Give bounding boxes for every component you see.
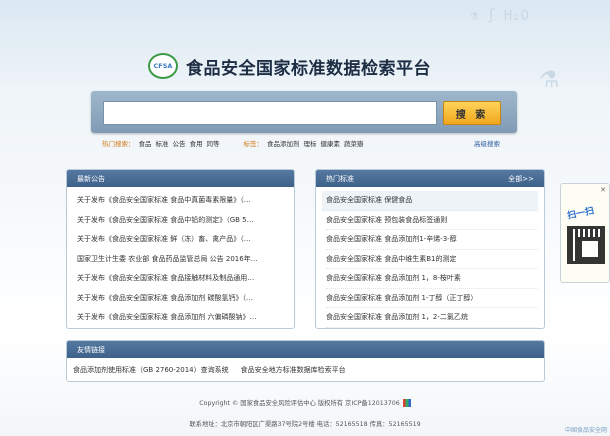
- qr-code-image: [567, 226, 605, 264]
- notice-item[interactable]: 关于发布《食品安全国家标准 食品添加剂 碳酸氢钙》（…: [77, 289, 288, 309]
- hot-search-term[interactable]: 食用: [190, 138, 203, 148]
- tag-label: 标签：: [243, 140, 264, 148]
- standard-item[interactable]: 食品安全国家标准 食品添加剂 1-丁醇（正丁醇）: [326, 289, 538, 308]
- tag-item[interactable]: 食品添加剂: [267, 138, 300, 148]
- hot-search-term[interactable]: 公告: [173, 138, 186, 148]
- qr-code-float: ✕ 扫一扫: [560, 183, 610, 283]
- friendly-link[interactable]: 食品安全地方标准数据库检索平台: [241, 365, 346, 375]
- friendly-links-title: 友情链接: [77, 345, 105, 354]
- latest-notices-list: 关于发布《食品安全国家标准 食品中真菌毒素限量》（… 关于发布《食品安全国家标准…: [67, 187, 294, 328]
- hot-standards-list: 食品安全国家标准 保健食品 食品安全国家标准 预包装食品标签通则 食品安全国家标…: [316, 187, 544, 328]
- notice-item[interactable]: 关于发布《食品安全国家标准 食品接触材料及制品通用…: [77, 269, 288, 289]
- hot-search-term[interactable]: 食品: [139, 138, 152, 148]
- standard-item[interactable]: 食品安全国家标准 保健食品: [322, 191, 538, 211]
- hot-search-term[interactable]: 同等: [207, 138, 220, 148]
- friendly-links-panel: 友情链接 食品添加剂使用标准（GB 2760-2014）查询系统 食品安全地方标…: [66, 340, 545, 382]
- close-icon[interactable]: ✕: [600, 186, 606, 194]
- hot-standards-more-link[interactable]: 全部>>: [508, 174, 534, 184]
- watermark: 中国食品安全网: [564, 427, 607, 434]
- notice-item[interactable]: 关于发布《食品安全国家标准 食品添加剂 六偏磷酸钠》…: [77, 308, 288, 328]
- tag-item[interactable]: 理标: [304, 138, 317, 148]
- footer-copyright: Copyright © 国家食品安全风险评估中心 版权所有 京ICP备12013…: [0, 393, 610, 414]
- friendly-links-list: 食品添加剂使用标准（GB 2760-2014）查询系统 食品安全地方标准数据库检…: [67, 358, 544, 381]
- stats-icon[interactable]: [402, 399, 411, 407]
- hot-search-label: 热门搜索：: [102, 140, 135, 148]
- scan-label: 扫一扫: [566, 206, 596, 222]
- cfsa-logo[interactable]: CFSA: [148, 53, 178, 79]
- notice-item[interactable]: 关于发布《食品安全国家标准 鲜（冻）畜、禽产品》（…: [77, 230, 288, 250]
- friendly-links-header: 友情链接: [67, 341, 544, 358]
- latest-notices-header: 最新公告: [67, 170, 294, 187]
- standard-item[interactable]: 食品安全国家标准 食品添加剂1-辛烯-3-醇: [326, 230, 538, 250]
- site-title: 食品安全国家标准数据检索平台: [186, 58, 431, 79]
- notice-item[interactable]: 关于发布《食品安全国家标准 食品中铅的测定》（GB 5…: [77, 211, 288, 231]
- footer: Copyright © 国家食品安全风险评估中心 版权所有 京ICP备12013…: [0, 393, 610, 435]
- search-button[interactable]: 搜 索: [443, 101, 501, 125]
- latest-notices-title: 最新公告: [77, 174, 105, 183]
- footer-contact: 联系地址：北京市朝阳区广渠路37号院2号楼 电话：52165518 传真：521…: [189, 421, 421, 428]
- friendly-link[interactable]: 食品添加剂使用标准（GB 2760-2014）查询系统: [73, 365, 229, 375]
- notice-item[interactable]: 关于发布《食品安全国家标准 食品中真菌毒素限量》（…: [77, 191, 288, 211]
- hot-search-row: 热门搜索： 食品 标准 公告 食用 同等 标签： 食品添加剂 理标 健康素 蔬菜…: [102, 138, 512, 148]
- tag-item[interactable]: 蔬菜瓣: [344, 138, 364, 148]
- background-formula-doodle: ⚗ ∫ H₂O: [470, 8, 530, 24]
- standard-item[interactable]: 食品安全国家标准 预包装食品标签通则: [326, 211, 538, 230]
- notice-item[interactable]: 国家卫生计生委 农业部 食品药品监管总局 公告 2016年…: [77, 250, 288, 270]
- hot-standards-title: 热门标准: [326, 174, 354, 183]
- search-panel: 搜 索: [91, 91, 517, 133]
- search-input[interactable]: [103, 101, 437, 125]
- background-flask-doodle: ⚗: [540, 60, 559, 95]
- hot-standards-panel: 热门标准 全部>> 食品安全国家标准 保健食品 食品安全国家标准 预包装食品标签…: [315, 169, 545, 329]
- hot-search-term[interactable]: 标准: [156, 138, 169, 148]
- advanced-search-link[interactable]: 高级搜索: [474, 138, 500, 148]
- standard-item[interactable]: 食品安全国家标准 食品中维生素B1的测定: [326, 250, 538, 269]
- standard-item[interactable]: 食品安全国家标准 食品添加剂 1，8-桉叶素: [326, 269, 538, 289]
- hot-standards-header: 热门标准 全部>>: [316, 170, 544, 187]
- site-header: CFSA 食品安全国家标准数据检索平台: [148, 52, 431, 80]
- standard-item[interactable]: 食品安全国家标准 食品添加剂 1，2-二氯乙烷: [326, 308, 538, 328]
- tag-item[interactable]: 健康素: [321, 138, 341, 148]
- latest-notices-panel: 最新公告 关于发布《食品安全国家标准 食品中真菌毒素限量》（… 关于发布《食品安…: [66, 169, 295, 329]
